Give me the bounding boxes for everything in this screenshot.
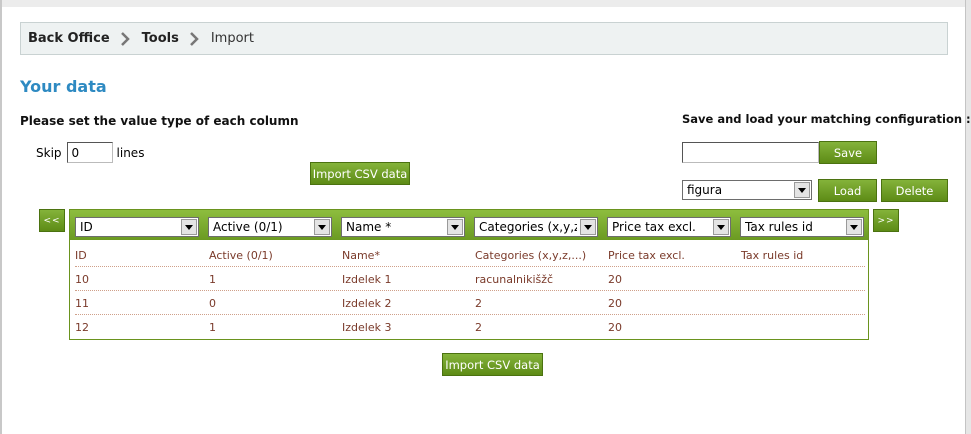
column-header: Categories (x,y,z,...) (475, 249, 587, 262)
breadcrumb: Back Office Tools Import (20, 22, 948, 55)
page-title: Your data (20, 77, 107, 96)
skip-lines-input[interactable] (66, 142, 113, 163)
table-cell: 20 (608, 297, 622, 310)
table-cell: 20 (608, 321, 622, 334)
breadcrumb-tools[interactable]: Tools (142, 31, 179, 46)
column-type-value: Active (0/1) (213, 220, 283, 234)
column-type-select-3[interactable]: Name * (341, 217, 465, 237)
column-type-value: Categories (x,y,z (479, 220, 577, 234)
scrollbar[interactable] (965, 0, 971, 434)
table-cell: 1 (209, 321, 216, 334)
column-type-value: Name * (346, 220, 392, 234)
skip-lines-row: Skip lines (36, 142, 144, 163)
load-config-button[interactable]: Load (818, 179, 877, 202)
table-cell: 20 (608, 273, 622, 286)
column-header: Name* (342, 249, 380, 262)
table-cell: 1 (209, 273, 216, 286)
save-config-button[interactable]: Save (819, 141, 877, 164)
table-cell: 0 (209, 297, 216, 310)
window-top-strip (2, 0, 965, 7)
chevron-down-icon[interactable] (314, 219, 330, 235)
import-csv-button-bottom[interactable]: Import CSV data (442, 353, 543, 376)
breadcrumb-import: Import (210, 31, 254, 46)
row-divider (75, 290, 865, 291)
column-type-select-4[interactable]: Categories (x,y,z (474, 217, 598, 237)
row-divider (75, 266, 865, 267)
table-cell: Izdelek 3 (342, 321, 392, 334)
config-label: Save and load your matching configuratio… (682, 112, 971, 126)
column-type-value: Tax rules id (745, 220, 813, 234)
table-cell: Izdelek 2 (342, 297, 392, 310)
column-header: Active (0/1) (209, 249, 273, 262)
config-name-input[interactable] (682, 142, 819, 163)
column-type-select-5[interactable]: Price tax excl. (607, 217, 731, 237)
column-type-value: ID (80, 220, 93, 234)
column-header: ID (75, 249, 87, 262)
delete-config-button[interactable]: Delete (881, 179, 948, 202)
chevron-right-icon (189, 31, 199, 46)
column-type-value: Price tax excl. (612, 220, 696, 234)
column-type-select-6[interactable]: Tax rules id (740, 217, 864, 237)
import-csv-button-top[interactable]: Import CSV data (310, 162, 410, 185)
column-header: Price tax excl. (608, 249, 685, 262)
chevron-right-icon (120, 31, 130, 46)
skip-label: Skip (36, 145, 62, 160)
import-data-table: ID Active (0/1) Name * Categories (x,y,z… (69, 209, 869, 340)
table-cell: 2 (475, 321, 482, 334)
prev-columns-button[interactable]: << (39, 209, 65, 232)
table-cell: 12 (75, 321, 89, 334)
column-type-select-1[interactable]: ID (75, 217, 199, 237)
table-cell: racunalnikišžč (475, 273, 554, 286)
table-cell: Izdelek 1 (342, 273, 392, 286)
window-left-edge (0, 0, 2, 434)
config-select-value: figura (687, 183, 723, 197)
chevron-down-icon[interactable] (181, 219, 197, 235)
column-type-select-2[interactable]: Active (0/1) (208, 217, 332, 237)
chevron-down-icon[interactable] (580, 219, 596, 235)
next-columns-button[interactable]: >> (873, 209, 899, 232)
table-cell: 2 (475, 297, 482, 310)
row-divider (75, 314, 865, 315)
chevron-down-icon[interactable] (794, 182, 810, 198)
table-cell: 10 (75, 273, 89, 286)
instructions-heading: Please set the value type of each column (20, 114, 299, 128)
table-cell: 11 (75, 297, 89, 310)
skip-suffix: lines (116, 145, 145, 160)
config-select[interactable]: figura (682, 180, 812, 200)
chevron-down-icon[interactable] (447, 219, 463, 235)
chevron-down-icon[interactable] (846, 219, 862, 235)
breadcrumb-back-office[interactable]: Back Office (28, 31, 110, 46)
chevron-down-icon[interactable] (713, 219, 729, 235)
column-header: Tax rules id (741, 249, 804, 262)
